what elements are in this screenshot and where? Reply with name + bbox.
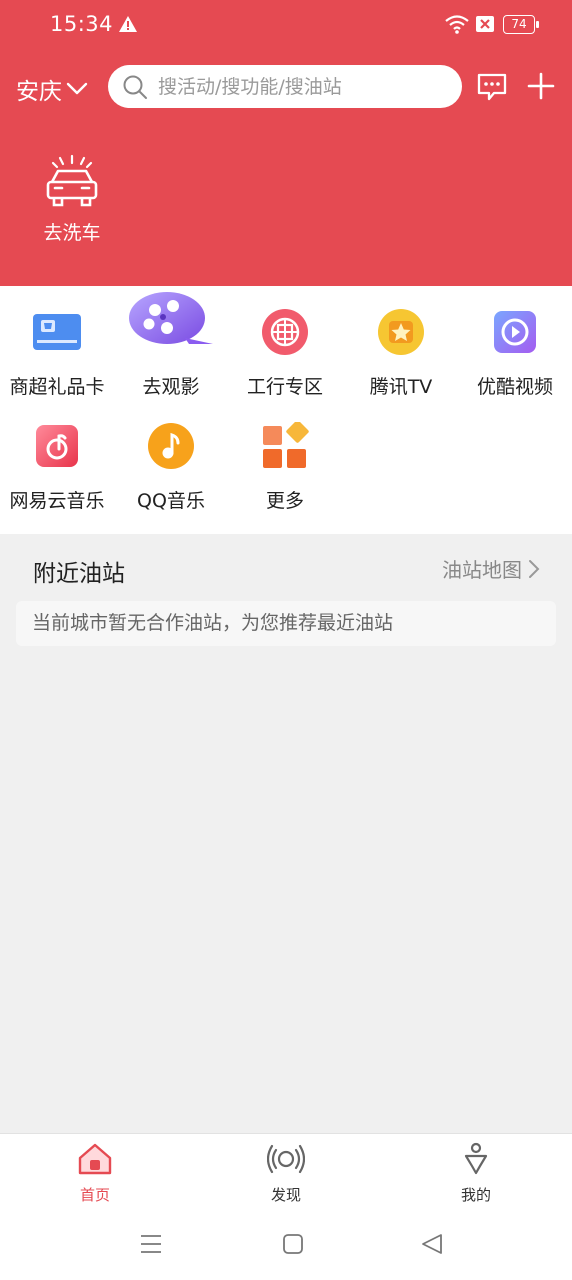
plus-icon[interactable] <box>527 72 555 100</box>
search-input[interactable] <box>158 75 438 98</box>
tencent-tv-icon <box>378 309 424 355</box>
tab-label: 首页 <box>79 1186 110 1204</box>
icbc-icon <box>262 309 308 355</box>
car-wash-button[interactable]: 去洗车 <box>38 154 106 245</box>
station-map-link[interactable]: 油站地图 <box>442 554 540 583</box>
header: 15:34 74 安庆 搜活动/搜功能/搜油站 去洗车 <box>0 0 572 286</box>
discover-icon <box>266 1144 306 1174</box>
home-icon <box>78 1143 112 1175</box>
bottom-tab-bar: 首页 发现 我的 <box>0 1133 572 1215</box>
home-square-icon[interactable] <box>282 1233 304 1255</box>
search-icon <box>123 75 147 99</box>
grid-item-gift-card[interactable]: 商超礼品卡 <box>0 308 114 399</box>
chevron-right-icon <box>529 559 540 578</box>
gift-card-icon <box>33 314 81 350</box>
station-map-label: 油站地图 <box>442 558 522 582</box>
car-wash-icon <box>46 154 98 207</box>
car-wash-label: 去洗车 <box>43 222 101 244</box>
grid-item-movie[interactable]: 去观影 <box>114 292 228 399</box>
battery-tip <box>536 21 539 28</box>
grid-item-youku[interactable]: 优酷视频 <box>458 308 572 399</box>
qq-music-icon <box>148 423 194 469</box>
grid-item-label: QQ音乐 <box>137 490 205 512</box>
city-name: 安庆 <box>16 79 62 105</box>
grid-item-label: 工行专区 <box>246 376 323 398</box>
youku-icon <box>494 311 536 353</box>
profile-icon <box>464 1142 488 1175</box>
grid-item-label: 网易云音乐 <box>9 490 105 512</box>
search-bar[interactable] <box>108 65 462 108</box>
status-bar: 15:34 74 <box>0 0 572 52</box>
grid-item-label: 商超礼品卡 <box>9 376 105 398</box>
grid-item-qq-music[interactable]: QQ音乐 <box>114 422 228 513</box>
grid-item-icbc[interactable]: 工行专区 <box>228 308 342 399</box>
grid-item-more[interactable]: 更多 <box>228 420 342 513</box>
grid-item-label: 更多 <box>265 490 304 512</box>
grid-item-tencent-tv[interactable]: 腾讯TV <box>344 308 458 399</box>
message-icon[interactable] <box>476 72 508 102</box>
tab-label: 我的 <box>460 1186 491 1204</box>
back-icon[interactable] <box>421 1233 443 1255</box>
service-grid: 商超礼品卡 去观影 工行专区 腾讯TV 优酷视频 网易云音乐 QQ音乐 更多 <box>0 286 572 534</box>
tab-discover[interactable]: 发现 <box>236 1142 336 1205</box>
tab-home[interactable]: 首页 <box>45 1142 145 1205</box>
netease-music-icon <box>36 425 78 467</box>
film-reel-icon <box>129 292 213 344</box>
menu-icon[interactable] <box>140 1233 162 1255</box>
system-nav-bar <box>0 1215 572 1280</box>
grid-item-netease-music[interactable]: 网易云音乐 <box>0 422 114 513</box>
grid-item-label: 腾讯TV <box>369 376 433 398</box>
status-time: 15:34 <box>50 12 114 36</box>
more-grid-icon <box>263 420 309 468</box>
grid-item-label: 优酷视频 <box>476 376 553 398</box>
battery-indicator: 74 <box>503 15 535 34</box>
notice-banner: 当前城市暂无合作油站，为您推荐最近油站 <box>16 601 556 646</box>
alert-icon <box>119 16 137 32</box>
city-selector[interactable]: 安庆 <box>16 72 88 106</box>
section-title: 附近油站 <box>33 561 125 587</box>
chevron-down-icon <box>66 82 88 95</box>
wifi-icon <box>445 15 469 34</box>
tab-label: 发现 <box>270 1186 301 1204</box>
grid-item-label: 去观影 <box>142 376 200 398</box>
tab-profile[interactable]: 我的 <box>426 1142 526 1205</box>
no-sim-icon <box>476 16 494 32</box>
